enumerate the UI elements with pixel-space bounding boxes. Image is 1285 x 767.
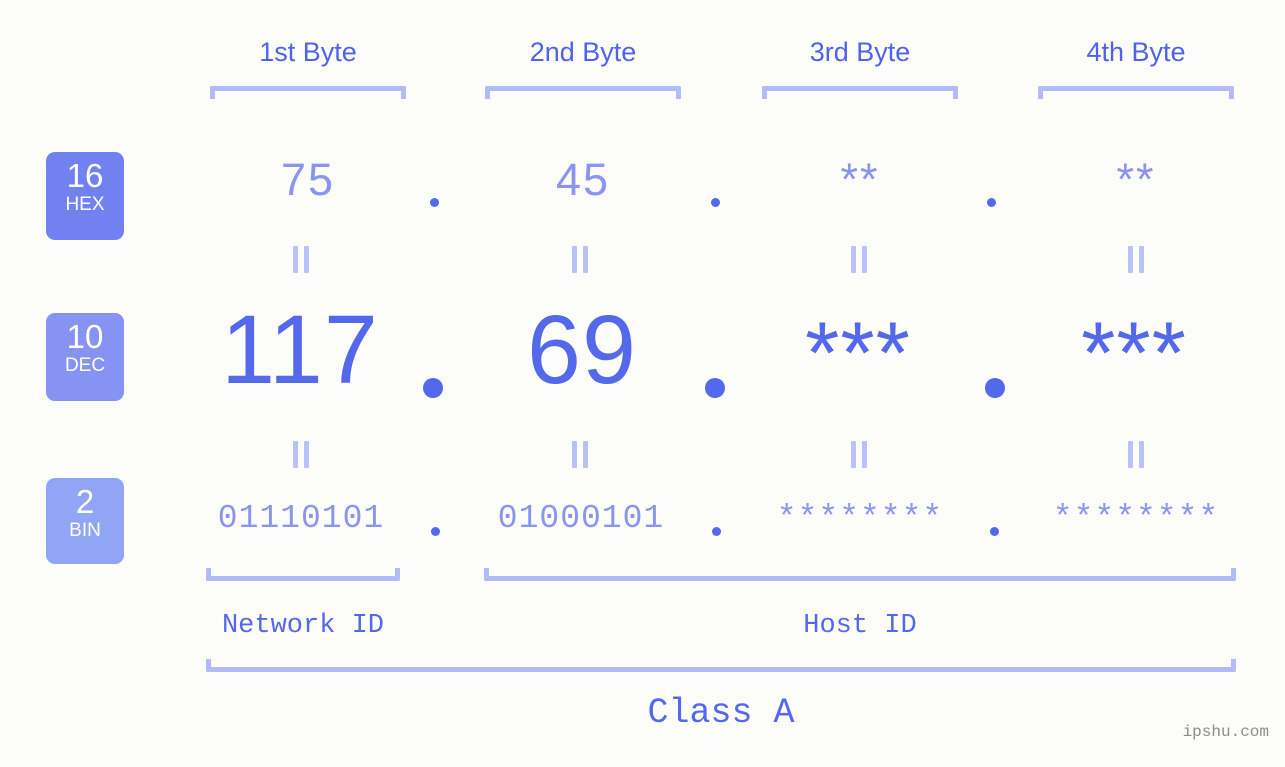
hex-separator-dot-3 [987,198,996,207]
hex-separator-dot-1 [430,198,439,207]
dec-value-byte-2: 69 [527,295,637,404]
network-id-label: Network ID [221,611,385,641]
bin-value-byte-1: 01110101 [217,500,385,537]
dec-separator-dot-2 [705,378,725,398]
base-badge-dec-label: DEC [64,355,106,376]
base-badge-hex-label: HEX [65,194,105,215]
base-badge-dec: 10 DEC [46,313,124,401]
byte-bracket-top-2 [485,86,681,99]
hex-value-byte-2: 45 [555,154,611,205]
watermark: ipshu.com [1182,723,1269,741]
hex-value-byte-3: ** [840,154,880,205]
dec-value-byte-3: *** [805,303,911,402]
byte-bracket-top-4 [1038,86,1234,99]
base-badge-bin-number: 2 [75,483,95,520]
hex-value-byte-1: 75 [280,154,336,205]
ip-breakdown-diagram: 1st Byte 2nd Byte 3rd Byte 4th Byte 16 H… [0,0,1285,767]
hex-value-byte-4: ** [1116,154,1156,205]
dec-value-byte-4: *** [1081,303,1187,402]
dec-separator-dot-3 [985,378,1005,398]
equals-symbol-hex-dec-1 [293,246,310,273]
bin-value-byte-4: ******** [1052,500,1220,537]
base-badge-bin: 2 BIN [46,478,124,564]
bin-separator-dot-3 [990,527,999,536]
byte-header-4: 4th Byte [1086,37,1186,67]
byte-header-1: 1st Byte [259,37,357,67]
equals-symbol-hex-dec-2 [572,246,589,273]
byte-bracket-top-1 [210,86,406,99]
bin-value-byte-2: 01000101 [497,500,665,537]
byte-header-2: 2nd Byte [529,37,637,67]
equals-symbol-dec-bin-2 [572,441,589,468]
base-badge-hex: 16 HEX [46,152,124,240]
equals-symbol-dec-bin-1 [293,441,310,468]
equals-symbol-dec-bin-4 [1128,441,1145,468]
equals-symbol-hex-dec-3 [851,246,868,273]
network-id-bracket [206,568,400,581]
class-bracket [206,659,1236,672]
base-badge-bin-label: BIN [69,520,101,541]
base-badge-dec-number: 10 [66,318,104,355]
dec-value-byte-1: 117 [221,295,379,404]
base-badge-hex-number: 16 [66,157,104,194]
hex-separator-dot-2 [711,198,720,207]
bin-separator-dot-2 [712,527,721,536]
equals-symbol-dec-bin-3 [851,441,868,468]
dec-separator-dot-1 [423,378,443,398]
bin-separator-dot-1 [431,527,440,536]
class-label: Class A [647,693,795,733]
byte-bracket-top-3 [762,86,958,99]
host-id-bracket [484,568,1236,581]
byte-header-3: 3rd Byte [809,37,911,67]
host-id-label: Host ID [803,611,917,641]
bin-value-byte-3: ******** [776,500,944,537]
equals-symbol-hex-dec-4 [1128,246,1145,273]
